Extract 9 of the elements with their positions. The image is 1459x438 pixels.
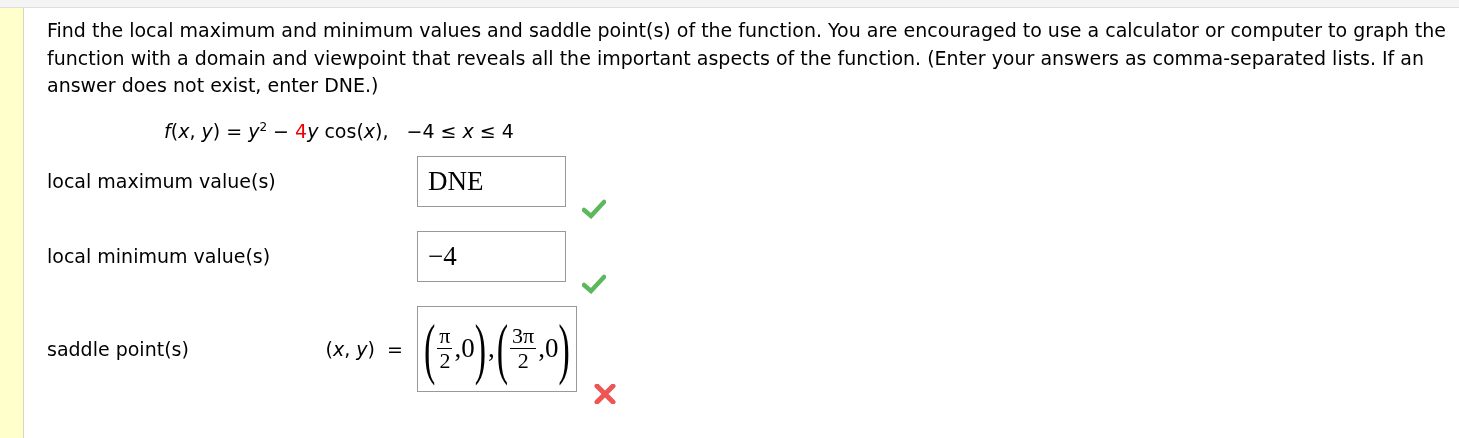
answer-label: saddle point(s) <box>47 337 189 360</box>
function-formula: f(x, y) = y$^{2}$ − 4y cos(x), <box>164 119 389 142</box>
domain-text: −4 ≤ x ≤ 4 <box>406 119 514 142</box>
answer-field[interactable]: −4 <box>417 230 566 282</box>
answer-field[interactable]: DNE <box>417 155 566 207</box>
question-text: Find the local maximum and minimum values and saddle point(s) of the function. You are encouraged to use a calculator or computer to graph the function with a domain and viewpoint that reveals all the important aspects of the function. (Enter your answers as comma-separated lists. If an answer does not exist, enter DNE.) <box>47 18 1447 98</box>
answer-label: local maximum value(s) <box>47 170 276 192</box>
point-label: (x, y) = <box>325 337 403 360</box>
answer-label: local minimum value(s) <box>47 245 271 267</box>
